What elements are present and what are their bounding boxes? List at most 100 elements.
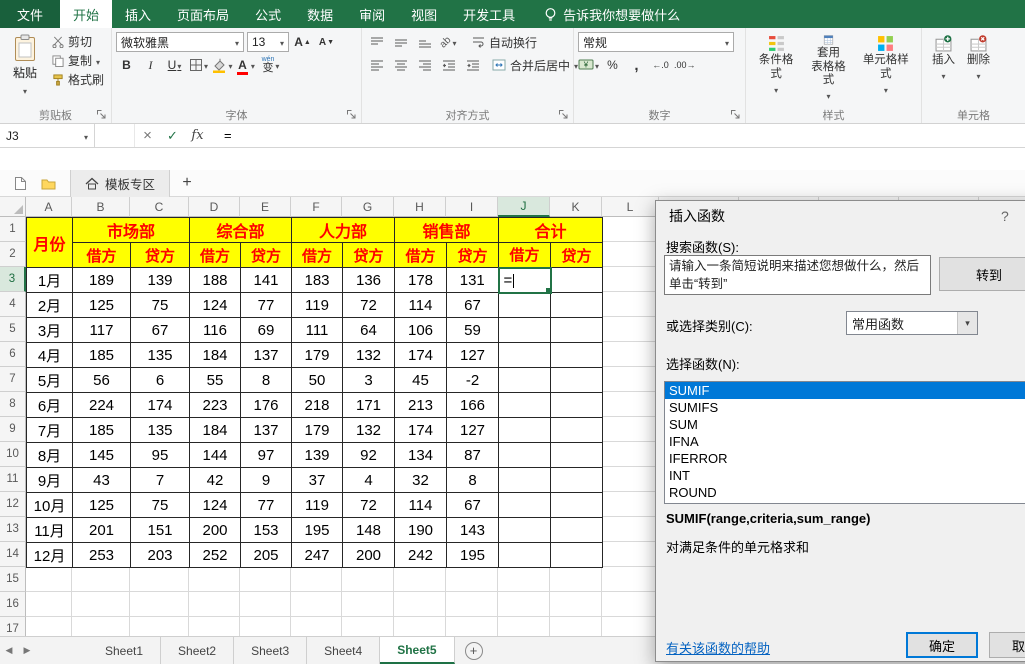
data-cell[interactable] — [551, 293, 603, 318]
function-item-ROUND[interactable]: ROUND — [665, 484, 1025, 501]
data-cell[interactable] — [499, 518, 551, 543]
open-folder-icon[interactable] — [36, 172, 60, 194]
row-header-9[interactable]: 9 — [0, 417, 26, 442]
shrink-font-button[interactable]: A▼ — [316, 32, 337, 52]
column-header-K[interactable]: K — [550, 197, 602, 217]
header-cell-months[interactable]: 月份 — [27, 218, 73, 268]
clipboard-dialog-launcher-icon[interactable] — [96, 109, 108, 121]
data-cell[interactable]: 69 — [241, 318, 292, 343]
phonetic-guide-button[interactable]: wén变 — [260, 55, 281, 75]
subheader-cell[interactable]: 贷方 — [241, 243, 292, 268]
data-cell[interactable]: 8 — [241, 368, 292, 393]
data-cell[interactable]: 184 — [190, 418, 241, 443]
data-cell[interactable]: 166 — [447, 393, 499, 418]
data-cell[interactable]: 132 — [343, 418, 395, 443]
data-cell[interactable]: 189 — [73, 268, 131, 293]
data-cell[interactable]: 127 — [447, 343, 499, 368]
data-cell[interactable]: 139 — [131, 268, 190, 293]
data-cell[interactable]: 67 — [131, 318, 190, 343]
data-cell[interactable]: 139 — [292, 443, 343, 468]
data-cell[interactable] — [551, 318, 603, 343]
data-cell[interactable]: 117 — [73, 318, 131, 343]
category-select[interactable]: 常用函数 — [846, 311, 978, 335]
month-cell[interactable]: 7月 — [27, 418, 73, 443]
decrease-decimal-button[interactable]: .00→ — [674, 55, 696, 75]
month-cell[interactable]: 8月 — [27, 443, 73, 468]
insert-cells-button[interactable]: 插入 — [926, 32, 961, 104]
enter-entry-icon[interactable] — [160, 124, 185, 147]
italic-button[interactable]: I — [140, 55, 161, 75]
data-cell[interactable]: 247 — [292, 543, 343, 568]
data-cell[interactable]: 135 — [131, 418, 190, 443]
row-header-3[interactable]: 3 — [0, 267, 26, 292]
month-cell[interactable]: 6月 — [27, 393, 73, 418]
template-zone-tab[interactable]: 模板专区 — [70, 170, 170, 197]
column-header-E[interactable]: E — [240, 197, 291, 217]
underline-button[interactable]: U — [164, 55, 185, 75]
dialog-help-icon[interactable]: ? — [1001, 208, 1009, 224]
format-painter-button[interactable]: 格式刷 — [50, 70, 107, 89]
ribbon-tab-公式[interactable]: 公式 — [242, 0, 294, 28]
align-middle-button[interactable] — [390, 32, 411, 52]
ribbon-tab-视图[interactable]: 视图 — [398, 0, 450, 28]
data-cell[interactable]: 42 — [190, 468, 241, 493]
header-cell[interactable]: 综合部 — [190, 218, 292, 243]
row-header-8[interactable]: 8 — [0, 392, 26, 417]
accounting-format-button[interactable]: ¥ — [578, 55, 599, 75]
data-cell[interactable] — [499, 493, 551, 518]
subheader-cell[interactable]: 借方 — [292, 243, 343, 268]
data-cell[interactable]: 242 — [395, 543, 447, 568]
data-cell[interactable]: 178 — [395, 268, 447, 293]
ribbon-tab-页面布局[interactable]: 页面布局 — [164, 0, 242, 28]
data-cell[interactable]: 145 — [73, 443, 131, 468]
percent-style-button[interactable]: % — [602, 55, 623, 75]
font-dialog-launcher-icon[interactable] — [346, 109, 358, 121]
data-cell[interactable]: 252 — [190, 543, 241, 568]
data-cell[interactable]: 151 — [131, 518, 190, 543]
function-item-IFNA[interactable]: IFNA — [665, 433, 1025, 450]
data-cell[interactable]: 43 — [73, 468, 131, 493]
sheet-tab-Sheet2[interactable]: Sheet2 — [161, 637, 234, 664]
data-cell[interactable]: 213 — [395, 393, 447, 418]
data-cell[interactable]: 67 — [447, 493, 499, 518]
subheader-cell[interactable]: 借方 — [73, 243, 131, 268]
header-cell[interactable]: 销售部 — [395, 218, 499, 243]
data-cell[interactable] — [551, 268, 603, 293]
data-cell[interactable]: 59 — [447, 318, 499, 343]
font-size-select[interactable]: 13 — [247, 32, 289, 52]
data-cell[interactable]: 95 — [131, 443, 190, 468]
data-cell[interactable]: 50 — [292, 368, 343, 393]
function-item-IFERROR[interactable]: IFERROR — [665, 450, 1025, 467]
month-cell[interactable]: 4月 — [27, 343, 73, 368]
data-cell[interactable]: 114 — [395, 293, 447, 318]
borders-button[interactable] — [188, 55, 209, 75]
bold-button[interactable]: B — [116, 55, 137, 75]
data-cell[interactable]: 174 — [395, 418, 447, 443]
sheet-tab-Sheet1[interactable]: Sheet1 — [88, 637, 161, 664]
number-format-select[interactable]: 常规 — [578, 32, 734, 52]
month-cell[interactable]: 12月 — [27, 543, 73, 568]
ribbon-tab-插入[interactable]: 插入 — [112, 0, 164, 28]
align-left-button[interactable] — [366, 55, 387, 75]
data-cell[interactable]: 45 — [395, 368, 447, 393]
data-cell[interactable]: 143 — [447, 518, 499, 543]
row-header-13[interactable]: 13 — [0, 517, 26, 542]
comma-style-button[interactable]: , — [626, 55, 647, 75]
data-cell[interactable] — [499, 443, 551, 468]
data-cell[interactable]: 171 — [343, 393, 395, 418]
function-search-input[interactable]: 请输入一条简短说明来描述您想做什么，然后单击“转到” — [664, 255, 931, 295]
sheet-tab-Sheet4[interactable]: Sheet4 — [307, 637, 380, 664]
active-cell-J3[interactable]: = — [499, 268, 551, 293]
header-cell[interactable]: 人力部 — [292, 218, 395, 243]
data-cell[interactable]: 137 — [241, 418, 292, 443]
font-name-select[interactable]: 微软雅黑 — [116, 32, 244, 52]
column-header-B[interactable]: B — [72, 197, 130, 217]
header-cell[interactable]: 市场部 — [73, 218, 190, 243]
data-cell[interactable] — [499, 468, 551, 493]
insert-function-icon[interactable]: fx — [185, 124, 210, 147]
ok-button[interactable]: 确定 — [906, 632, 978, 658]
data-cell[interactable]: 72 — [343, 493, 395, 518]
align-top-button[interactable] — [366, 32, 387, 52]
formula-input[interactable]: = — [210, 124, 1025, 147]
month-cell[interactable]: 3月 — [27, 318, 73, 343]
